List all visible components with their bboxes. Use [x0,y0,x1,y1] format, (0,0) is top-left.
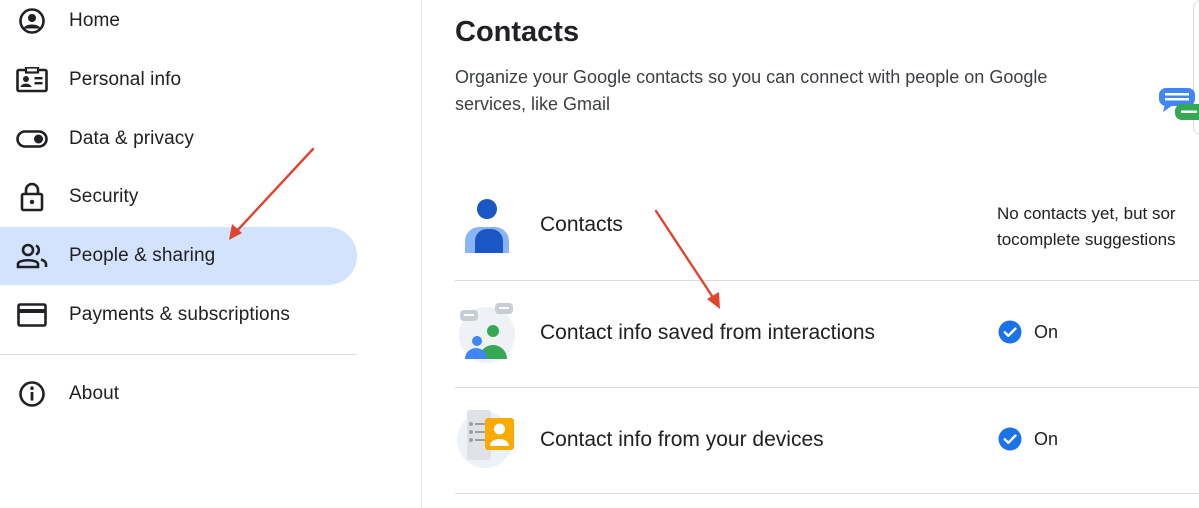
info-icon [16,378,48,410]
sidebar-item-payments-subscriptions[interactable]: Payments & subscriptions [0,286,357,344]
id-card-icon [16,64,48,96]
devices-status: On [998,427,1058,451]
sidebar-item-data-privacy[interactable]: Data & privacy [0,110,357,168]
account-circle-icon [16,5,48,37]
sidebar-item-people-sharing[interactable]: People & sharing [0,227,357,285]
check-circle-icon [998,320,1022,344]
sidebar: Home Personal info Data & privacy Securi… [0,0,422,508]
chat-bubbles-icon [1159,88,1199,120]
row-description-line2: tocomplete suggestions [997,230,1176,249]
row-divider [455,493,1199,494]
devices-contact-card-icon [457,410,514,468]
row-title: Contact info saved from interactions [540,321,875,344]
interactions-status: On [998,320,1058,344]
devices-row[interactable]: Contact info from your devices On [455,388,1199,494]
sidebar-item-security[interactable]: Security [0,168,357,226]
people-icon [16,240,48,272]
sidebar-item-about[interactable]: About [0,365,357,423]
sidebar-item-label: Personal info [69,69,182,90]
sidebar-item-label: Home [69,10,121,31]
interactions-row[interactable]: Contact info saved from interactions On [455,281,1199,387]
toggle-icon [16,123,48,155]
sidebar-item-home[interactable]: Home [0,0,357,50]
main-content: Contacts Organize your Google contacts s… [423,0,1199,508]
status-text: On [1034,321,1059,342]
row-title: Contacts [540,213,623,236]
status-text: On [1034,428,1059,449]
lock-icon [16,181,48,213]
sidebar-item-label: Payments & subscriptions [69,304,290,325]
page-title: Contacts [455,16,580,48]
sidebar-item-label: Security [69,186,139,207]
sidebar-divider [0,354,357,355]
contacts-person-icon [465,199,509,253]
row-title: Contact info from your devices [540,428,824,451]
row-description-line1: No contacts yet, but sor [997,204,1176,223]
sidebar-item-label: About [69,383,120,404]
sidebar-item-label: Data & privacy [69,128,194,149]
page-description: Organize your Google contacts so you can… [455,67,1048,114]
sidebar-item-label: People & sharing [69,245,216,266]
check-circle-icon [998,427,1022,451]
contacts-row[interactable]: Contacts No contacts yet, but sor tocomp… [455,173,1199,279]
sidebar-item-personal-info[interactable]: Personal info [0,51,357,109]
credit-card-icon [16,299,48,331]
interactions-people-icon [459,303,515,363]
